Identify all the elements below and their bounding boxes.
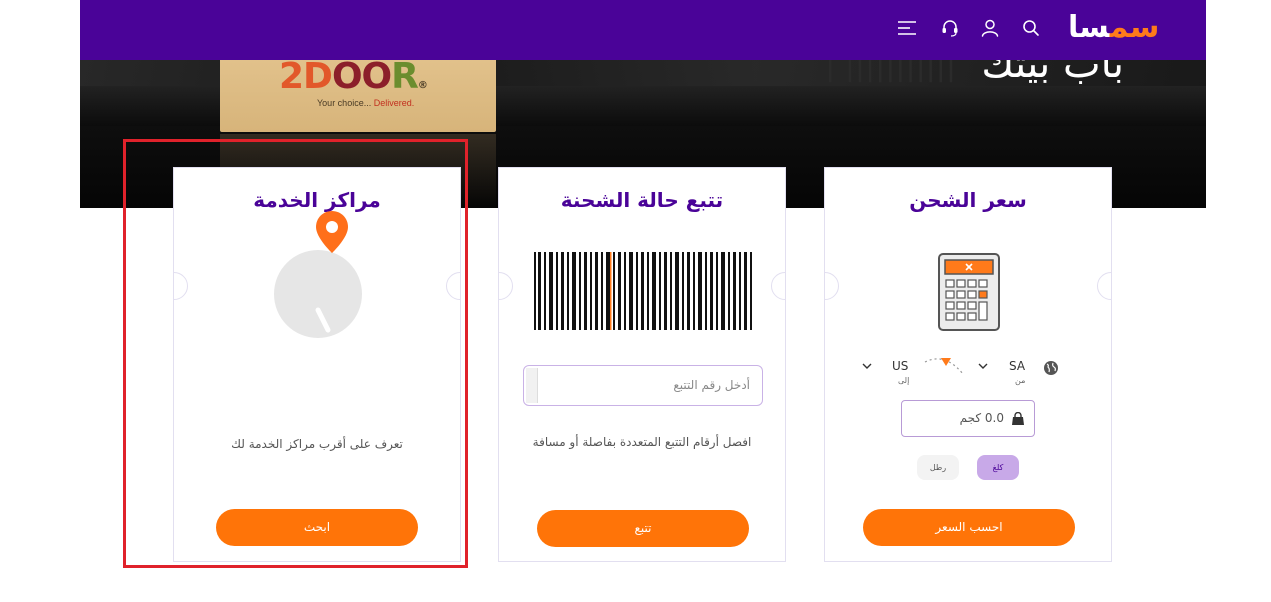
card-title: سعر الشحن [909, 188, 1027, 212]
menu-icon[interactable] [896, 17, 918, 39]
barcode-icon [534, 252, 752, 330]
unit-lb-button[interactable]: رطل [917, 455, 959, 480]
input-spinner[interactable] [526, 368, 538, 403]
search-icon[interactable] [1020, 17, 1042, 39]
location-pin-icon [274, 211, 362, 338]
weight-input[interactable]: 0.0 كجم [901, 400, 1035, 437]
track-button[interactable]: تتبع [537, 510, 749, 547]
service-centers-description: تعرف على أقرب مراكز الخدمة لك [231, 437, 403, 451]
tracking-input-placeholder: أدخل رقم التتبع [673, 378, 750, 392]
card-notch-right [446, 272, 460, 300]
tracking-number-input[interactable]: أدخل رقم التتبع [523, 365, 763, 406]
chevron-down-icon[interactable] [861, 360, 873, 372]
card-notch-left [174, 272, 188, 300]
to-label: إلى [898, 376, 910, 385]
from-country-code[interactable]: SA [1009, 359, 1025, 373]
card-notch-left [825, 272, 839, 300]
service-centers-card: مراكز الخدمة تعرف على أقرب مراكز الخدمة … [173, 167, 461, 562]
globe-icon [1044, 361, 1058, 375]
user-icon[interactable] [979, 17, 1001, 39]
unit-kg-button[interactable]: كلغ [977, 455, 1019, 480]
shipping-price-card: سعر الشحن SA من US إلى 0.0 كجم كلغ رطل ا… [824, 167, 1112, 562]
headset-icon[interactable] [939, 17, 961, 39]
calculate-price-button[interactable]: احسب السعر [863, 509, 1075, 546]
brand-logo[interactable]: سمسا [1068, 11, 1159, 45]
card-title: تتبع حالة الشحنة [560, 188, 724, 212]
top-navbar: سمسا [80, 0, 1206, 60]
tracking-hint: افصل أرقام التتبع المتعددة بفاصلة أو مسا… [532, 435, 752, 449]
route-selector: SA من US إلى [825, 358, 1111, 388]
delivery-box-image: 2DOOR® Your choice... Delivered. [220, 56, 496, 132]
from-label: من [1015, 376, 1026, 385]
to-country-code[interactable]: US [892, 359, 908, 373]
weight-icon [1012, 412, 1024, 425]
chevron-down-icon[interactable] [977, 360, 989, 372]
search-button[interactable]: ابحث [216, 509, 418, 546]
box-tagline: Your choice... Delivered. [317, 98, 415, 108]
shipment-tracking-card: تتبع حالة الشحنة أدخل رقم التتبع افصل أر… [498, 167, 786, 562]
weight-value: 0.0 كجم [959, 411, 1004, 425]
calculator-icon [938, 253, 1000, 331]
card-notch-right [771, 272, 785, 300]
card-notch-right [1097, 272, 1111, 300]
card-notch-left [499, 272, 513, 300]
route-arc-icon [924, 358, 964, 375]
